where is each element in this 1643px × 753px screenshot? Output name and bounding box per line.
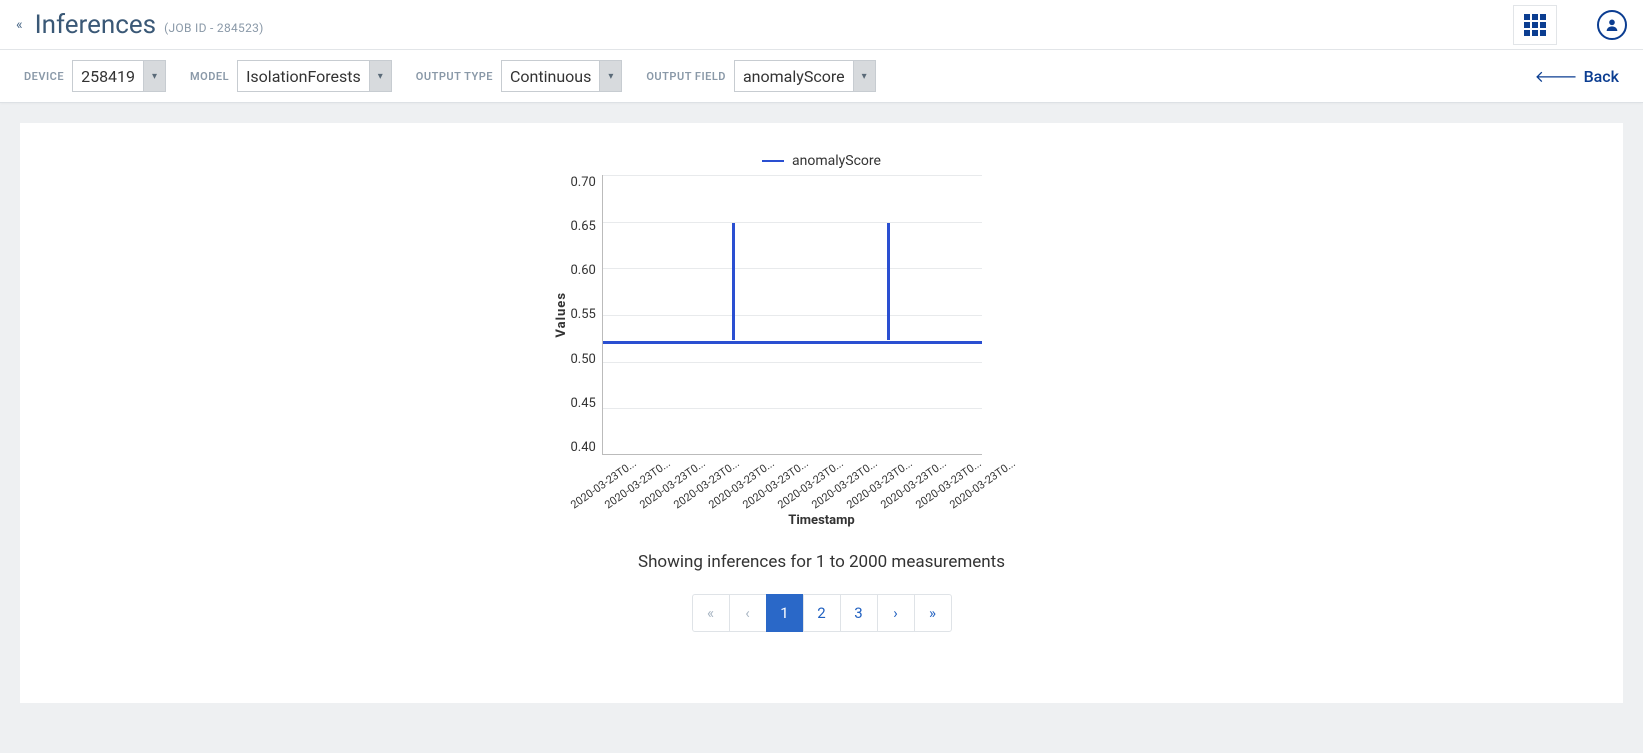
model-select-value: IsolationForests (238, 61, 369, 91)
y-tick: 0.55 (571, 307, 596, 322)
model-label: MODEL (190, 70, 229, 83)
page-next-button[interactable]: › (877, 594, 915, 632)
device-select-value: 258419 (73, 61, 143, 91)
model-select[interactable]: IsolationForests ▾ (237, 60, 392, 92)
page-first-button[interactable]: « (692, 594, 730, 632)
user-icon (1604, 17, 1620, 33)
y-tick: 0.70 (571, 175, 596, 190)
output-field-filter: OUTPUT FIELD anomalyScore ▾ (646, 60, 875, 92)
chart: anomalyScore Values 0.70 0.65 0.60 0.55 … (552, 153, 1092, 528)
device-label: DEVICE (24, 70, 64, 83)
y-tick: 0.65 (571, 219, 596, 234)
content-panel: anomalyScore Values 0.70 0.65 0.60 0.55 … (20, 123, 1623, 703)
device-filter: DEVICE 258419 ▾ (24, 60, 166, 92)
output-field-select[interactable]: anomalyScore ▾ (734, 60, 876, 92)
page-subtitle: (JOB ID - 284523) (164, 21, 264, 35)
pagination: « ‹ 1 2 3 › » (692, 594, 952, 632)
series-spike (887, 223, 890, 340)
output-type-select[interactable]: Continuous ▾ (501, 60, 622, 92)
user-menu-button[interactable] (1597, 10, 1627, 40)
page-prev-button[interactable]: ‹ (729, 594, 767, 632)
apps-button[interactable] (1513, 5, 1557, 45)
page-title: Inferences (35, 10, 156, 40)
output-field-select-value: anomalyScore (735, 61, 853, 91)
device-select[interactable]: 258419 ▾ (72, 60, 166, 92)
page-number-button[interactable]: 3 (840, 594, 878, 632)
output-type-label: OUTPUT TYPE (416, 70, 493, 83)
plot-area[interactable] (602, 175, 982, 455)
chart-legend: anomalyScore (552, 153, 1092, 169)
x-axis-ticks: 2020-03-23T0... 2020-03-23T0... 2020-03-… (612, 455, 1092, 459)
y-axis-title: Values (552, 292, 571, 338)
legend-label: anomalyScore (792, 153, 881, 169)
collapse-icon[interactable]: « (16, 17, 23, 33)
y-tick: 0.45 (571, 396, 596, 411)
series-spike (732, 223, 735, 340)
output-type-filter: OUTPUT TYPE Continuous ▾ (416, 60, 623, 92)
back-link[interactable]: 🡐 Back (1535, 66, 1619, 86)
y-axis-ticks: 0.70 0.65 0.60 0.55 0.50 0.45 0.40 (571, 175, 602, 455)
arrow-left-icon: 🡐 (1535, 66, 1578, 86)
chevron-down-icon: ▾ (853, 61, 875, 91)
series-line (603, 341, 982, 344)
y-tick: 0.40 (571, 440, 596, 455)
filter-bar: DEVICE 258419 ▾ MODEL IsolationForests ▾… (0, 50, 1643, 103)
output-field-label: OUTPUT FIELD (646, 70, 726, 83)
page-number-button[interactable]: 2 (803, 594, 841, 632)
top-bar: « Inferences (JOB ID - 284523) (0, 0, 1643, 50)
x-axis-title: Timestamp (552, 513, 1092, 528)
output-type-select-value: Continuous (502, 61, 599, 91)
page-last-button[interactable]: » (914, 594, 952, 632)
page-number-button[interactable]: 1 (766, 594, 804, 632)
back-label: Back (1584, 67, 1619, 86)
result-summary: Showing inferences for 1 to 2000 measure… (638, 552, 1005, 572)
y-tick: 0.50 (571, 352, 596, 367)
chevron-down-icon: ▾ (143, 61, 165, 91)
chevron-down-icon: ▾ (369, 61, 391, 91)
apps-grid-icon (1524, 14, 1546, 36)
y-tick: 0.60 (571, 263, 596, 278)
model-filter: MODEL IsolationForests ▾ (190, 60, 392, 92)
legend-swatch (762, 160, 784, 162)
chevron-down-icon: ▾ (599, 61, 621, 91)
